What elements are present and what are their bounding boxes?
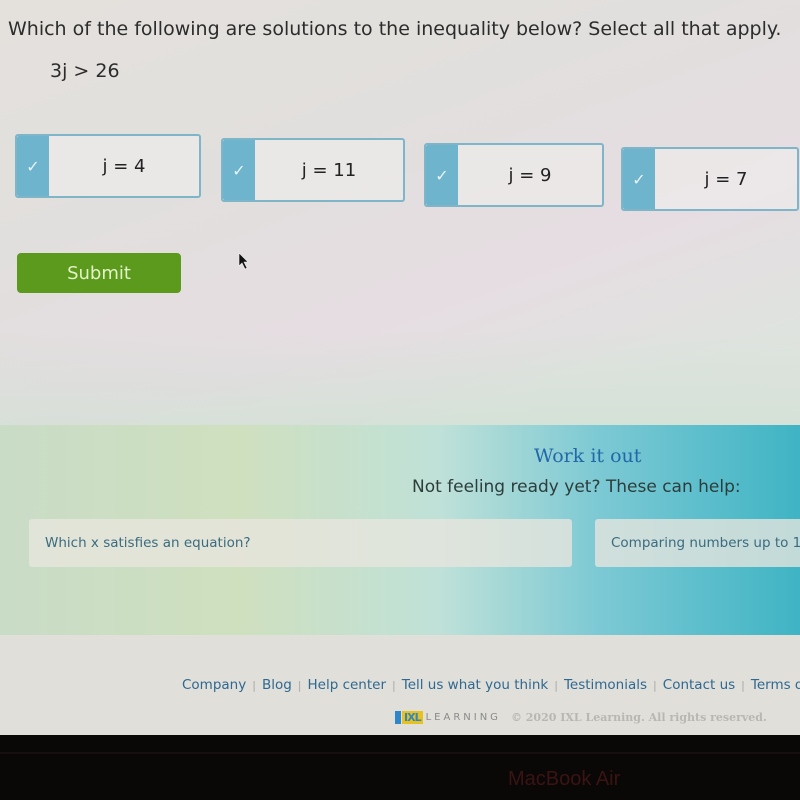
footer-link-contact-us[interactable]: Contact us bbox=[663, 677, 735, 693]
footer-link-company[interactable]: Company bbox=[182, 677, 246, 693]
laptop-bezel bbox=[0, 752, 800, 754]
choice-j-11[interactable]: ✓ j = 11 bbox=[221, 138, 405, 202]
choice-label: j = 4 bbox=[102, 155, 146, 177]
footer-link-blog[interactable]: Blog bbox=[262, 677, 292, 693]
copyright-text: © 2020 IXL Learning. All rights reserved… bbox=[510, 710, 767, 724]
help-card-which-x-satisfies[interactable]: Which x satisfies an equation? bbox=[29, 519, 572, 567]
checkmark-icon: ✓ bbox=[223, 140, 255, 200]
choice-j-4[interactable]: ✓ j = 4 bbox=[15, 134, 201, 198]
footer-brand: IXL LEARNING © 2020 IXL Learning. All ri… bbox=[395, 710, 767, 724]
separator: | bbox=[554, 679, 558, 692]
choice-label: j = 9 bbox=[508, 164, 552, 186]
submit-button[interactable]: Submit bbox=[17, 253, 181, 293]
separator: | bbox=[252, 679, 256, 692]
device-label: MacBook Air bbox=[508, 768, 621, 790]
separator: | bbox=[653, 679, 657, 692]
ixl-logo[interactable]: IXL bbox=[395, 710, 423, 724]
learning-text: LEARNING bbox=[425, 711, 501, 723]
choice-j-7[interactable]: ✓ j = 7 bbox=[621, 147, 799, 211]
work-it-out-subtitle: Not feeling ready yet? These can help: bbox=[412, 477, 741, 497]
footer-link-terms[interactable]: Terms of bbox=[751, 677, 800, 693]
choice-j-9[interactable]: ✓ j = 9 bbox=[424, 143, 604, 207]
choice-label: j = 11 bbox=[301, 159, 357, 181]
footer-link-tell-us[interactable]: Tell us what you think bbox=[402, 677, 548, 693]
footer-link-help-center[interactable]: Help center bbox=[308, 677, 387, 693]
background-fade bbox=[0, 330, 800, 430]
checkmark-icon: ✓ bbox=[426, 145, 458, 205]
answer-choices: ✓ j = 4 ✓ j = 11 ✓ j = 9 ✓ j = 7 bbox=[0, 0, 800, 220]
checkmark-icon: ✓ bbox=[623, 149, 655, 209]
separator: | bbox=[297, 679, 302, 692]
logo-bar bbox=[395, 710, 401, 724]
logo-text: IXL bbox=[402, 710, 423, 724]
browser-page: Which of the following are solutions to … bbox=[0, 0, 800, 735]
choice-label: j = 7 bbox=[704, 168, 748, 190]
mouse-cursor-icon bbox=[238, 252, 249, 270]
footer-link-testimonials[interactable]: Testimonials bbox=[564, 677, 647, 693]
help-card-comparing-numbers[interactable]: Comparing numbers up to 1, bbox=[595, 519, 800, 567]
work-it-out-title: Work it out bbox=[534, 445, 642, 467]
checkmark-icon: ✓ bbox=[17, 136, 49, 196]
separator: | bbox=[741, 679, 745, 692]
separator: | bbox=[392, 679, 396, 692]
footer-links: Company | Blog | Help center | Tell us what yo… bbox=[182, 677, 800, 693]
